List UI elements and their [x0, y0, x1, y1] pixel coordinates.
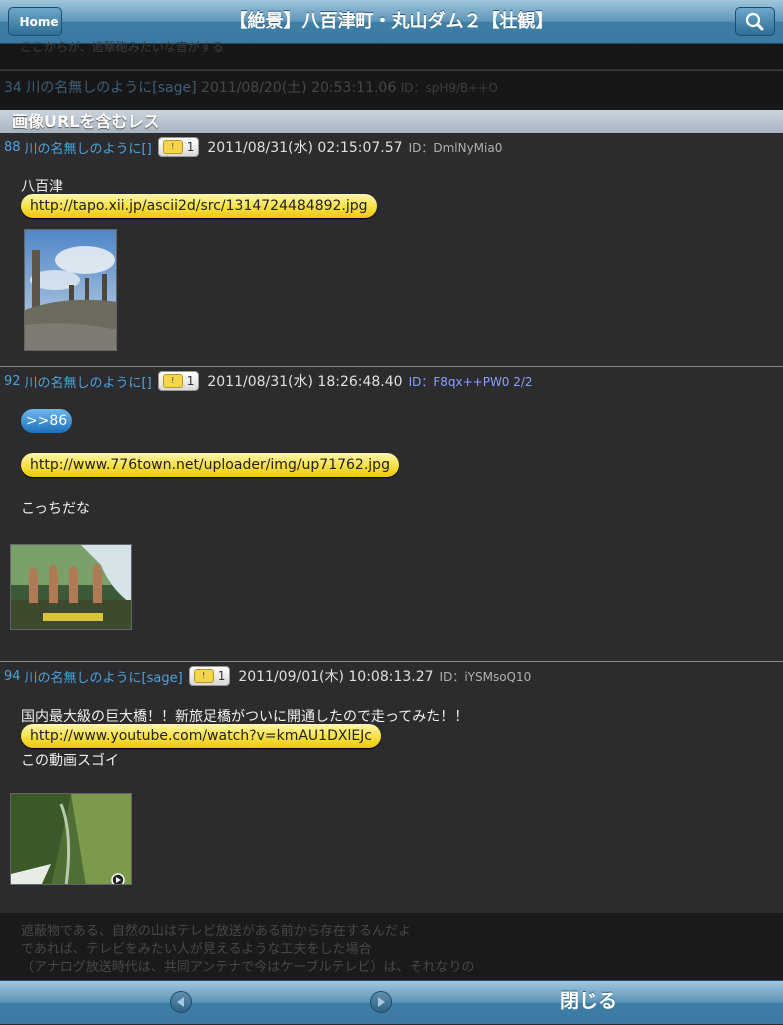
- reply-count-badge[interactable]: ! 1: [188, 666, 231, 686]
- reply-bubble-icon: !: [162, 374, 183, 388]
- reply-bubble-icon: !: [162, 140, 183, 154]
- post-id[interactable]: ID：DmlNyMia0: [409, 139, 503, 156]
- reply-bubble-icon: !: [193, 669, 214, 683]
- post-text: 国内最大級の巨大橋！！新旅足橋がついに開通したので走ってみた！！: [21, 709, 469, 725]
- post-number[interactable]: 88: [4, 140, 21, 155]
- post-date: 2011/08/31(水) 02:15:07.57: [207, 140, 403, 156]
- close-button[interactable]: 閉じる: [560, 981, 617, 1025]
- dimmed-text-block: 遮蔽物である、自然の山はテレビ放送がある前から存在するんだよ であれば、テレビを…: [0, 913, 783, 980]
- reply-count-badge[interactable]: ! 1: [157, 137, 200, 157]
- reply-count: 1: [186, 374, 195, 388]
- post-name: 川の名無しのように[]: [24, 375, 152, 391]
- search-icon: [745, 12, 764, 31]
- post-text-2: この動画スゴイ: [21, 753, 119, 769]
- post-date: 2011/09/01(木) 10:08:13.27: [238, 669, 434, 685]
- post-number[interactable]: 94: [4, 669, 21, 684]
- post-88: 88 川の名無しのように[] ! 1 2011/08/31(水) 02:15:07…: [0, 133, 783, 366]
- reply-anchor-link[interactable]: >>86: [21, 409, 72, 433]
- arrow-left-icon: [177, 997, 184, 1007]
- search-button[interactable]: [735, 7, 775, 36]
- post-name: 川の名無しのように[sage]: [24, 670, 183, 686]
- post-date: 2011/08/20(土) 20:53:11.06: [201, 80, 397, 96]
- dimmed-line: であれば、テレビをみたい人が見えるような工夫をした場合: [21, 942, 372, 957]
- dimmed-text-row: ここからが、追撃砲みたいな音がする: [0, 40, 783, 69]
- reply-count-badge[interactable]: ! 1: [157, 371, 200, 391]
- post-94: 94 川の名無しのように[sage] ! 1 2011/09/01(木) 10:0…: [0, 661, 783, 914]
- post-id: ID：spH9/B++O: [400, 81, 498, 95]
- post-92: 92 川の名無しのように[] ! 1 2011/08/31(水) 18:26:48…: [0, 366, 783, 662]
- post-number: 34: [4, 80, 22, 96]
- dimmed-text: ここからが、追撃砲みたいな音がする: [20, 40, 224, 54]
- dimmed-post: 34 川の名無しのように[sage] 2011/08/20(土) 20:53:1…: [0, 70, 783, 111]
- bottom-toolbar: 閉じる: [0, 980, 783, 1024]
- post-name: 川の名無しのように[sage]: [26, 80, 197, 96]
- previous-button[interactable]: [170, 991, 192, 1013]
- reply-count: 1: [186, 140, 195, 154]
- post-id[interactable]: ID：F8qx++PW0 2/2: [409, 373, 533, 390]
- reply-count: 1: [217, 669, 226, 683]
- image-url-link[interactable]: http://tapo.xii.jp/ascii2d/src/131472448…: [21, 194, 377, 218]
- post-number[interactable]: 92: [4, 374, 21, 389]
- post-date: 2011/08/31(水) 18:26:48.40: [207, 374, 403, 390]
- dimmed-line: （アナログ放送時代は、共同アンテナで今はケーブルテレビ）は、それなりの: [21, 960, 475, 975]
- post-name: 川の名無しのように[]: [24, 141, 152, 157]
- arrow-right-icon: [378, 997, 385, 1007]
- video-url-link[interactable]: http://www.youtube.com/watch?v=kmAU1DXlE…: [21, 724, 382, 748]
- post-text: こっちだな: [21, 501, 91, 517]
- video-thumbnail[interactable]: [10, 793, 132, 885]
- image-thumbnail[interactable]: [24, 229, 117, 351]
- home-button-label: Home: [19, 14, 59, 29]
- dimmed-line: 遮蔽物である、自然の山はテレビ放送がある前から存在するんだよ: [21, 924, 411, 939]
- next-button[interactable]: [370, 991, 392, 1013]
- post-id[interactable]: ID：iYSMsoQ10: [440, 668, 532, 685]
- image-thumbnail[interactable]: [10, 544, 132, 630]
- home-button[interactable]: Home: [8, 7, 62, 36]
- post-text: 八百津: [21, 179, 63, 195]
- section-header: 画像URLを含むレス: [0, 110, 783, 133]
- image-url-link[interactable]: http://www.776town.net/uploader/img/up71…: [21, 453, 399, 477]
